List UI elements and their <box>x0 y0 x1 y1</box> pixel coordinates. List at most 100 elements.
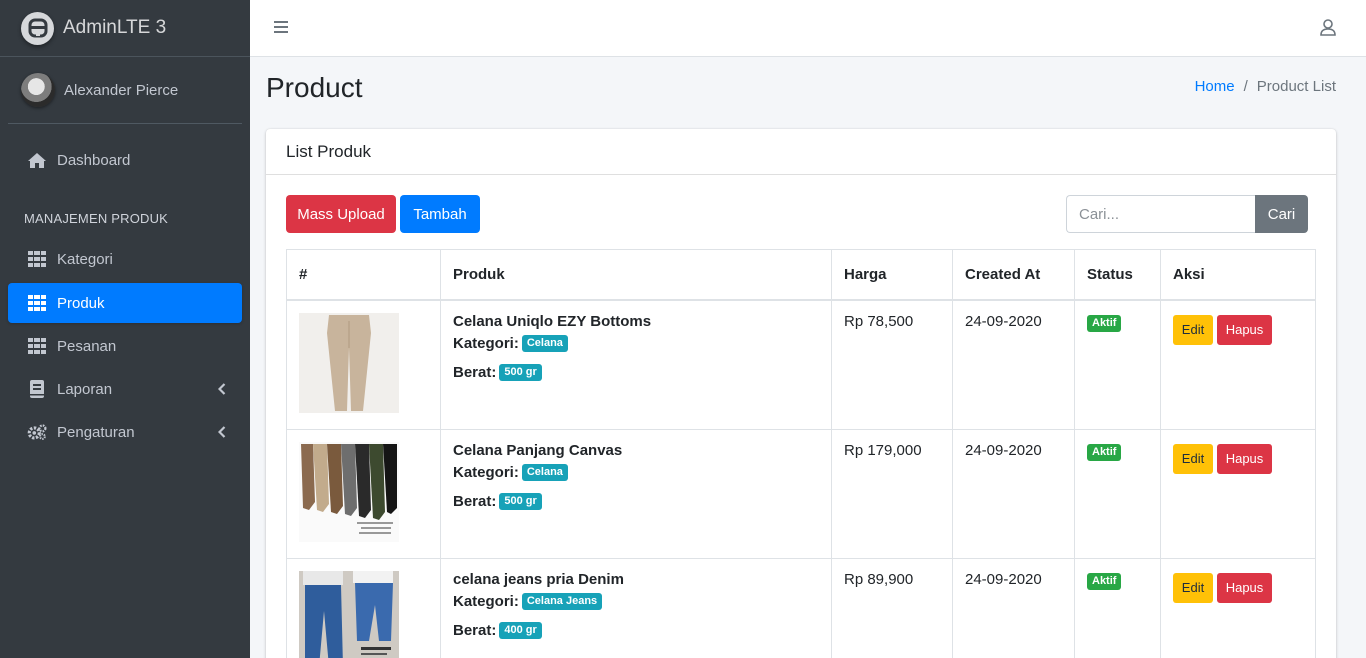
product-name: Celana Panjang Canvas <box>453 441 623 459</box>
product-weight: Berat: 400 gr <box>453 621 819 639</box>
column-header-harga: Harga <box>831 249 953 301</box>
product-image-cell <box>286 557 441 658</box>
brand-link[interactable]: AdminLTE 3 <box>0 0 250 57</box>
book-icon <box>27 380 47 398</box>
product-image-cell <box>286 299 441 430</box>
topbar <box>250 0 1366 57</box>
weight-badge: 500 gr <box>499 492 542 510</box>
created-at-cell: 24-09-2020 <box>952 557 1075 658</box>
grid-icon <box>27 294 47 312</box>
table-header-row: # Produk Harga Created At Status Aksi <box>286 249 1316 301</box>
category-badge: Celana <box>521 334 568 352</box>
product-card: List Produk Mass Upload Tambah Cari # Pr… <box>266 129 1336 658</box>
avatar <box>21 73 55 107</box>
weight-badge: 400 gr <box>499 621 542 639</box>
sidebar-item-pengaturan[interactable]: Pengaturan <box>8 412 242 452</box>
sidebar-item-label: Pesanan <box>57 337 117 355</box>
column-header-produk: Produk <box>440 249 832 301</box>
edit-button[interactable]: Edit <box>1173 572 1213 603</box>
sidebar: AdminLTE 3 Alexander Pierce Dashboard MA… <box>0 0 250 658</box>
chevron-left-icon <box>217 425 226 442</box>
weight-badge: 500 gr <box>499 363 542 381</box>
chevron-left-icon <box>217 382 226 399</box>
product-thumbnail <box>299 312 399 413</box>
delete-button[interactable]: Hapus <box>1217 443 1272 474</box>
brand-logo <box>21 11 54 45</box>
search-button[interactable]: Cari <box>1255 195 1308 233</box>
sidebar-item-label: Dashboard <box>57 151 131 169</box>
grid-icon <box>27 337 47 355</box>
sidebar-item-label: Laporan <box>57 380 113 398</box>
search-group: Cari <box>1066 195 1308 233</box>
column-header-created-at: Created At <box>952 249 1075 301</box>
actions-cell: Edit Hapus <box>1160 557 1316 658</box>
breadcrumb-home-link[interactable]: Home <box>1195 78 1235 95</box>
search-input[interactable] <box>1066 195 1255 233</box>
user-panel[interactable]: Alexander Pierce <box>8 57 242 124</box>
status-cell: Aktif <box>1074 557 1161 658</box>
table-row: celana jeans pria Denim Kategori: Celana… <box>286 557 1316 658</box>
user-name[interactable]: Alexander Pierce <box>64 82 178 99</box>
add-product-button[interactable]: Tambah <box>400 195 480 233</box>
product-weight: Berat: 500 gr <box>453 363 819 381</box>
berat-label: Berat: <box>453 492 497 510</box>
delete-button[interactable]: Hapus <box>1217 572 1272 603</box>
sidebar-item-label: Pengaturan <box>57 423 135 441</box>
created-at-cell: 24-09-2020 <box>952 299 1075 430</box>
sidebar-item-laporan[interactable]: Laporan <box>8 369 242 409</box>
card-title: List Produk <box>266 129 1336 175</box>
column-header-aksi: Aksi <box>1160 249 1316 301</box>
price-cell: Rp 179,000 <box>831 428 953 559</box>
product-thumbnail <box>299 570 399 658</box>
edit-button[interactable]: Edit <box>1173 443 1213 474</box>
product-name: Celana Uniqlo EZY Bottoms <box>453 312 652 330</box>
mass-upload-button[interactable]: Mass Upload <box>286 195 396 233</box>
brand-text: AdminLTE 3 <box>63 17 167 38</box>
table-row: Celana Panjang Canvas Kategori: Celana B… <box>286 428 1316 559</box>
breadcrumb-current: Product List <box>1256 78 1336 95</box>
status-cell: Aktif <box>1074 299 1161 430</box>
status-badge: Aktif <box>1087 572 1122 590</box>
menu-icon[interactable] <box>274 20 288 38</box>
home-icon <box>27 151 47 169</box>
sidebar-item-dashboard[interactable]: Dashboard <box>8 140 242 180</box>
sidebar-nav: Dashboard MANAJEMEN PRODUK Kategori Prod… <box>8 140 242 452</box>
product-category: Kategori: Celana <box>453 334 819 352</box>
created-at-cell: 24-09-2020 <box>952 428 1075 559</box>
product-info-cell: celana jeans pria Denim Kategori: Celana… <box>440 557 832 658</box>
product-image-cell <box>286 428 441 559</box>
page-title: Product <box>266 72 363 103</box>
product-weight: Berat: 500 gr <box>453 492 819 510</box>
sidebar-item-label: Kategori <box>57 250 113 268</box>
table-row: Celana Uniqlo EZY Bottoms Kategori: Cela… <box>286 299 1316 430</box>
sidebar-item-pesanan[interactable]: Pesanan <box>8 326 242 366</box>
cogs-icon <box>27 423 47 441</box>
breadcrumb: Home / Product List <box>1195 78 1336 95</box>
sidebar-item-produk[interactable]: Produk <box>8 283 242 323</box>
sidebar-section-header: MANAJEMEN PRODUK <box>24 210 169 226</box>
price-cell: Rp 78,500 <box>831 299 953 430</box>
kategori-label: Kategori: <box>453 463 519 481</box>
product-name: celana jeans pria Denim <box>453 570 624 588</box>
sidebar-item-label: Produk <box>57 294 105 312</box>
grid-icon <box>27 250 47 268</box>
berat-label: Berat: <box>453 363 497 381</box>
status-cell: Aktif <box>1074 428 1161 559</box>
berat-label: Berat: <box>453 621 497 639</box>
product-info-cell: Celana Uniqlo EZY Bottoms Kategori: Cela… <box>440 299 832 430</box>
status-badge: Aktif <box>1087 443 1122 461</box>
column-header-status: Status <box>1074 249 1161 301</box>
kategori-label: Kategori: <box>453 592 519 610</box>
sidebar-item-kategori[interactable]: Kategori <box>8 239 242 279</box>
edit-button[interactable]: Edit <box>1173 314 1213 345</box>
product-category: Kategori: Celana <box>453 463 819 481</box>
actions-cell: Edit Hapus <box>1160 299 1316 430</box>
product-table: # Produk Harga Created At Status Aksi Ce… <box>286 249 1316 658</box>
user-icon[interactable] <box>1320 19 1336 40</box>
breadcrumb-separator: / <box>1243 78 1248 95</box>
delete-button[interactable]: Hapus <box>1217 314 1272 345</box>
product-category: Kategori: Celana Jeans <box>453 592 819 610</box>
product-info-cell: Celana Panjang Canvas Kategori: Celana B… <box>440 428 832 559</box>
product-thumbnail <box>299 441 399 542</box>
column-header-number: # <box>286 249 441 301</box>
